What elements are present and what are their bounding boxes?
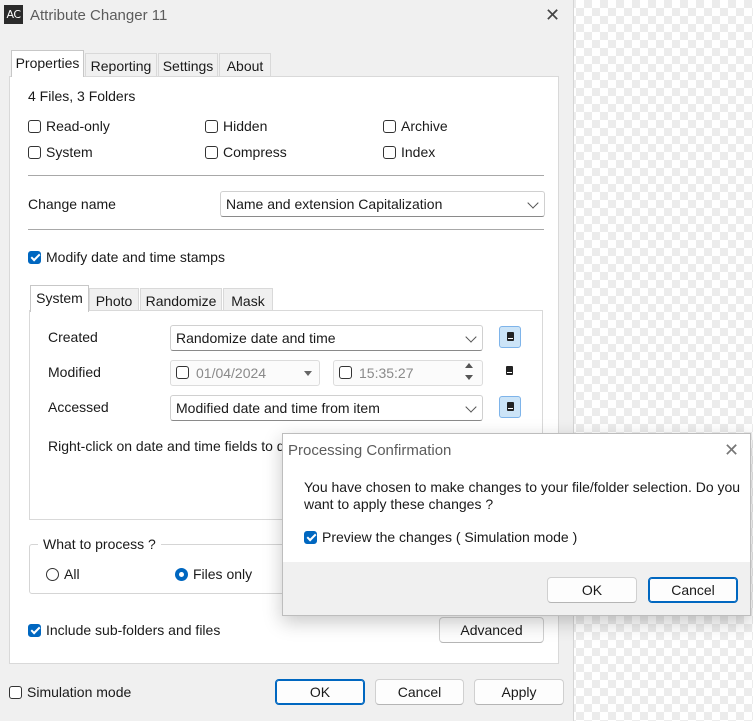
compress-label: Compress [223,144,287,160]
checkbox-checked-box [304,530,317,544]
simulation-mode-label: Simulation mode [27,684,132,700]
modified-date-value: 01/04/2024 [196,365,267,381]
system-label: System [46,144,93,160]
dialog-message-line2: want to apply these changes ? [304,496,494,512]
created-label: Created [48,329,98,345]
app-logo-icon: AC [4,5,23,24]
advanced-button[interactable]: Advanced [439,617,544,643]
dialog-title: Processing Confirmation [288,442,452,459]
dialog-message-line1: You have chosen to make changes to your … [304,479,741,495]
process-group-title: What to process ? [38,536,161,552]
tab-reporting[interactable]: Reporting [85,53,157,78]
modify-dates-label: Modify date and time stamps [46,249,225,265]
dialog-ok-button[interactable]: OK [547,577,637,603]
divider [28,175,544,176]
modified-time-enable-checkbox[interactable] [339,366,357,379]
created-value: Randomize date and time [176,330,336,346]
include-subfolders-checkbox[interactable]: Include sub-folders and files [28,622,220,638]
ok-button[interactable]: OK [275,679,365,705]
preview-changes-checkbox[interactable]: Preview the changes ( Simulation mode ) [304,529,577,545]
cancel-button[interactable]: Cancel [375,679,464,705]
modified-time-picker[interactable]: 15:35:27 [333,360,483,386]
include-subfolders-label: Include sub-folders and files [46,622,221,638]
created-calendar-button[interactable] [499,326,521,348]
process-all-label: All [64,566,80,582]
close-icon[interactable]: ✕ [545,6,560,24]
modified-label: Modified [48,364,101,380]
checkbox-box [28,119,41,133]
window-title: Attribute Changer 11 [30,7,168,24]
right-click-hint: Right-click on date and time fields to d… [48,438,295,454]
accessed-label: Accessed [48,399,109,415]
spin-down-icon[interactable] [465,375,473,380]
tab-system[interactable]: System [30,285,89,312]
checkbox-box [383,119,396,133]
modify-dates-checkbox[interactable]: Modify date and time stamps [28,249,225,265]
simulation-mode-checkbox[interactable]: Simulation mode [9,684,131,700]
readonly-label: Read-only [46,118,110,134]
calendar-icon [507,402,514,411]
divider [28,229,544,230]
radio-dot-selected [175,567,188,581]
readonly-checkbox[interactable]: Read-only [28,118,110,134]
spin-up-icon[interactable] [465,363,473,368]
checkbox-box [205,119,218,133]
compress-checkbox[interactable]: Compress [205,144,287,160]
dialog-button-bar: OK Cancel [283,562,750,615]
chevron-down-icon [465,331,477,343]
process-files-only-label: Files only [193,566,253,582]
dialog-close-icon[interactable]: ✕ [724,441,739,459]
archive-checkbox[interactable]: Archive [383,118,448,134]
accessed-calendar-button[interactable] [499,396,521,418]
modified-date-enable-checkbox[interactable] [176,366,194,379]
hidden-label: Hidden [223,118,268,134]
modified-calendar-button[interactable] [499,361,521,383]
radio-dot [46,567,59,581]
calendar-icon [507,332,514,341]
checkbox-box [205,145,218,159]
index-label: Index [401,144,436,160]
index-checkbox[interactable]: Index [383,144,435,160]
processing-confirmation-dialog: Processing Confirmation ✕ You have chose… [282,433,751,616]
chevron-down-icon [465,401,477,413]
checkbox-box [383,145,396,159]
checkbox-checked-box [28,623,41,637]
preview-changes-label: Preview the changes ( Simulation mode ) [322,529,578,545]
change-name-select[interactable]: Name and extension Capitalization [220,191,545,217]
dropdown-arrow-icon [304,371,312,376]
apply-button[interactable]: Apply [474,679,564,705]
checkbox-checked-box [28,250,41,264]
chevron-down-icon [527,197,539,209]
calendar-icon [506,366,513,375]
selection-summary: 4 Files, 3 Folders [28,88,136,104]
tab-properties[interactable]: Properties [11,50,84,77]
process-files-only-radio[interactable]: Files only [175,566,252,582]
checkbox-box [176,366,189,379]
archive-label: Archive [401,118,448,134]
change-name-label: Change name [28,196,116,212]
checkbox-box [9,685,22,699]
modified-time-value: 15:35:27 [359,365,414,381]
system-checkbox[interactable]: System [28,144,93,160]
created-select[interactable]: Randomize date and time [170,325,483,351]
title-bar: AC Attribute Changer 11 ✕ [0,0,573,32]
process-all-radio[interactable]: All [46,566,80,582]
checkbox-box [339,366,352,379]
change-name-value: Name and extension Capitalization [226,196,443,212]
dialog-cancel-button[interactable]: Cancel [648,577,738,603]
hidden-checkbox[interactable]: Hidden [205,118,267,134]
tab-about[interactable]: About [219,53,271,78]
accessed-value: Modified date and time from item [176,400,380,416]
modified-date-picker[interactable]: 01/04/2024 [170,360,320,386]
checkbox-box [28,145,41,159]
accessed-select[interactable]: Modified date and time from item [170,395,483,421]
tab-settings[interactable]: Settings [158,53,218,78]
